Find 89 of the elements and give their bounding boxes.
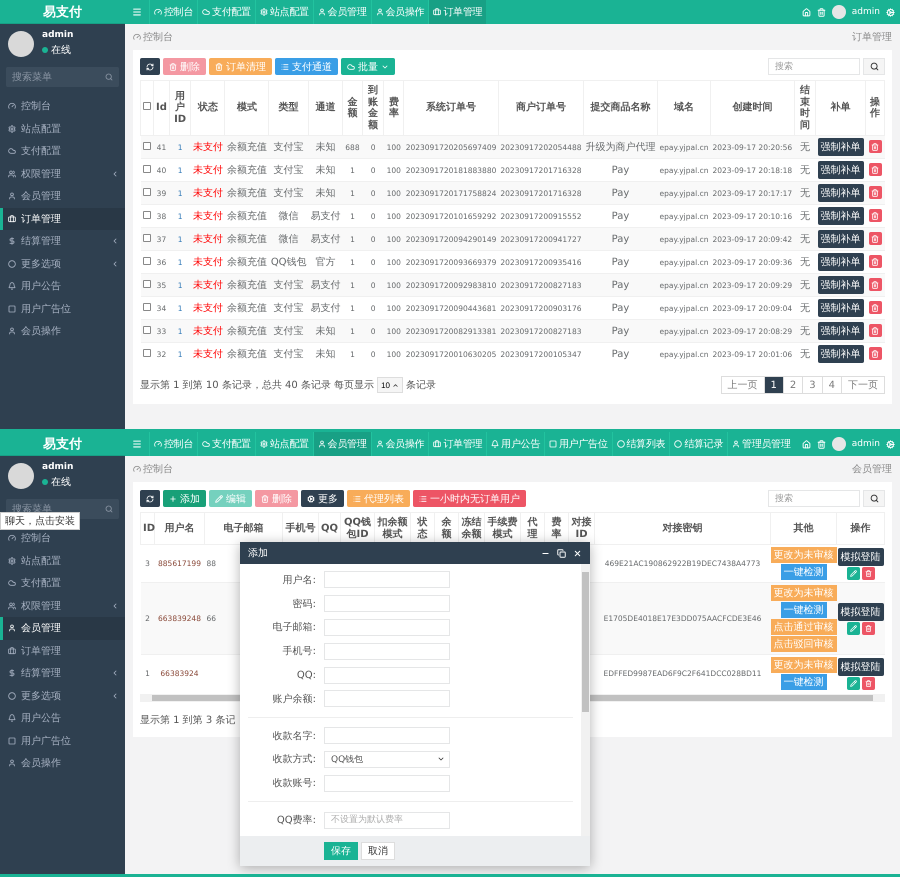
table-cell: 无 xyxy=(800,280,810,291)
table-cell: 余额充值 xyxy=(226,211,267,222)
table-cell: 余额充值 xyxy=(226,257,267,268)
table-cell: 未支付 xyxy=(192,188,223,199)
table-cell: 未支付 xyxy=(192,142,223,153)
table-cell: 支付宝 xyxy=(274,142,304,153)
table-cell: 支付宝 xyxy=(274,349,304,360)
table-cell: QQ钱包 xyxy=(270,257,307,268)
table-cell: 余额充值 xyxy=(226,326,267,337)
table-cell: 微信 xyxy=(278,211,299,222)
user-name: admin xyxy=(42,30,74,40)
brand-logo: 易支付 xyxy=(0,432,125,456)
form-label: 密码: xyxy=(292,598,316,611)
table-cell: 余额充值 xyxy=(226,142,267,153)
table-cell: 易支付 xyxy=(310,234,341,245)
table-cell: 余额充值 xyxy=(226,349,267,360)
table-cell: 余额充值 xyxy=(226,280,267,291)
table-cell: 易支付 xyxy=(310,303,341,314)
table-cell: 支付宝 xyxy=(274,303,304,314)
form-label: 账户余额: xyxy=(272,692,316,706)
table-cell: 无 xyxy=(800,303,810,314)
table-cell: 余额充值 xyxy=(226,303,267,314)
page-title: 会员管理 xyxy=(852,463,892,476)
form-label: QQ: xyxy=(296,670,316,681)
table-cell: Pay xyxy=(612,234,630,244)
table-cell: 易支付 xyxy=(310,280,341,291)
table-cell: 微信 xyxy=(278,234,299,245)
table-cell: 未支付 xyxy=(192,234,223,245)
table-cell: 升级为商户代理 xyxy=(586,142,656,153)
form-label: 收款方式: xyxy=(272,752,316,766)
table-cell: 无 xyxy=(800,165,810,176)
form-label: 收款账号: xyxy=(272,776,316,790)
records-summary: 显示第 1 到第 10 条记录，总共 40 条记录 每页显示 xyxy=(140,378,374,392)
table-cell: 未支付 xyxy=(192,165,223,176)
page-title: 订单管理 xyxy=(852,30,892,44)
online-status: 在线 xyxy=(42,475,74,489)
table-cell: 无 xyxy=(800,188,810,199)
table-cell: 未知 xyxy=(316,142,336,153)
column-header: 操作 xyxy=(866,80,884,136)
table-cell: 无 xyxy=(800,234,810,245)
table-cell: 支付宝 xyxy=(274,326,304,337)
table-cell: 余额充值 xyxy=(226,188,267,199)
table-cell: 无 xyxy=(800,142,810,153)
tooltip: 聊天，点击安装 xyxy=(0,512,80,530)
table-cell: 易支付 xyxy=(310,211,341,222)
table-cell: Pay xyxy=(612,164,630,176)
table-cell: 未支付 xyxy=(192,349,223,360)
table-cell: Pay xyxy=(612,280,630,290)
form-label: 用户名: xyxy=(282,574,316,587)
user-name: admin xyxy=(42,462,74,472)
dialog-title: 添加 xyxy=(248,546,268,560)
table-cell: 余额充值 xyxy=(226,234,267,245)
form-label: 手机号: xyxy=(282,644,316,658)
table-cell: 未知 xyxy=(316,349,336,360)
table-cell: 无 xyxy=(800,257,810,268)
form-label: 电子邮箱: xyxy=(272,620,316,634)
table-cell: 官方 xyxy=(316,257,336,268)
records-summary: 显示第 1 到第 3 条记 xyxy=(140,714,236,727)
table-cell: 余额充值 xyxy=(226,165,267,176)
column-header: Id xyxy=(154,80,170,136)
table-cell: 未知 xyxy=(316,165,336,176)
table-cell: 无 xyxy=(800,349,810,360)
table-cell: 无 xyxy=(800,211,810,222)
table-cell: Pay xyxy=(612,348,630,360)
table-cell: 未知 xyxy=(316,188,336,199)
table-cell: Pay xyxy=(612,210,630,222)
table-cell: 未支付 xyxy=(192,326,223,337)
table-cell: 未支付 xyxy=(192,280,223,291)
table-cell: 支付宝 xyxy=(274,188,304,199)
table-cell: Pay xyxy=(612,188,630,198)
column-header: 金额 xyxy=(342,80,362,136)
table-cell: 支付宝 xyxy=(274,280,304,291)
table-cell: Pay xyxy=(612,302,630,314)
brand-logo: 易支付 xyxy=(0,0,125,24)
table-cell: 无 xyxy=(800,326,810,337)
online-status: 在线 xyxy=(42,43,74,57)
table-cell: 未知 xyxy=(316,326,336,337)
table-cell: Pay xyxy=(612,326,630,336)
table-cell: 支付宝 xyxy=(274,165,304,176)
form-label: 收款名字: xyxy=(272,730,316,743)
records-suffix: 条记录 xyxy=(406,379,436,392)
form-label: QQ费率: xyxy=(276,814,316,828)
table-cell: Pay xyxy=(612,256,630,268)
column-header: 对接密钥 xyxy=(594,512,770,544)
table-cell: 未支付 xyxy=(192,211,223,222)
table-cell: 未支付 xyxy=(192,303,223,314)
table-cell: 未支付 xyxy=(192,257,223,268)
column-header: 费率 xyxy=(384,80,404,136)
column-header: ID xyxy=(140,512,154,544)
